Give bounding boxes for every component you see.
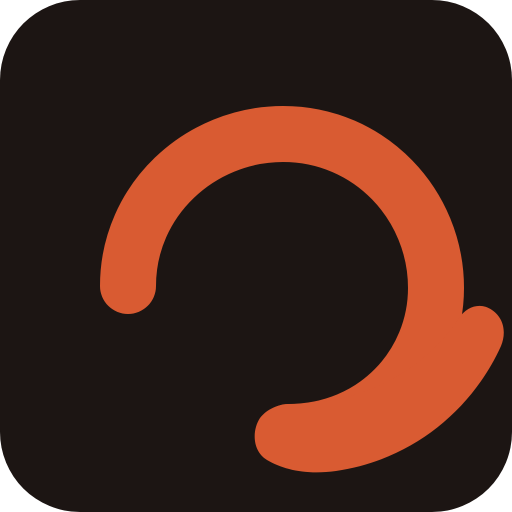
app-icon: [0, 0, 512, 512]
app-icon-graphic: [0, 0, 512, 512]
